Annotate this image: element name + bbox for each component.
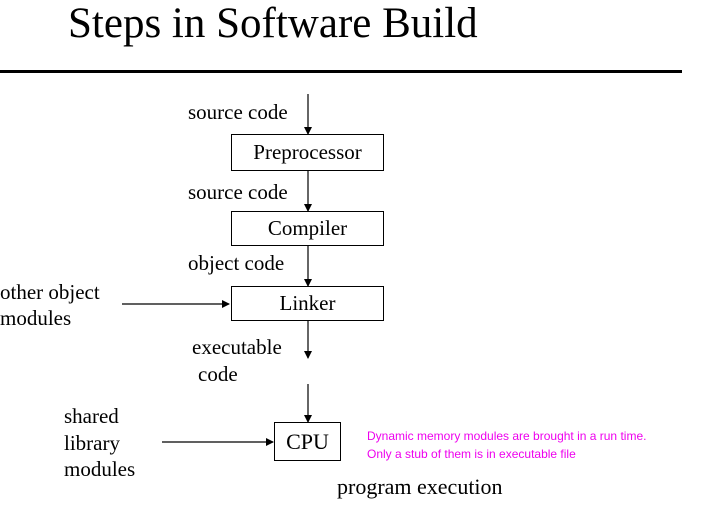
box-cpu-label: CPU xyxy=(286,428,329,454)
box-preprocessor-label: Preprocessor xyxy=(253,140,362,164)
box-cpu: CPU xyxy=(274,422,341,461)
label-source-code-1: source code xyxy=(188,100,288,124)
note-line2: Only a stub of them is in executable fil… xyxy=(367,447,576,461)
label-code: code xyxy=(198,362,238,386)
box-preprocessor: Preprocessor xyxy=(231,134,384,171)
label-other-object-line2: modules xyxy=(0,306,72,330)
note-line1: Dynamic memory modules are brought in a … xyxy=(367,429,647,443)
label-shared: shared xyxy=(64,404,119,428)
box-linker: Linker xyxy=(231,286,384,321)
label-library: library xyxy=(64,431,120,455)
label-source-code-2: source code xyxy=(188,180,288,204)
box-linker-label: Linker xyxy=(279,291,336,315)
label-executable: executable xyxy=(192,335,282,359)
label-modules: modules xyxy=(64,457,136,481)
box-compiler: Compiler xyxy=(231,211,384,246)
box-compiler-label: Compiler xyxy=(267,216,348,240)
label-program-execution: program execution xyxy=(337,474,503,499)
label-object-code: object code xyxy=(188,251,285,275)
label-other-object-line1: other object xyxy=(0,280,100,304)
